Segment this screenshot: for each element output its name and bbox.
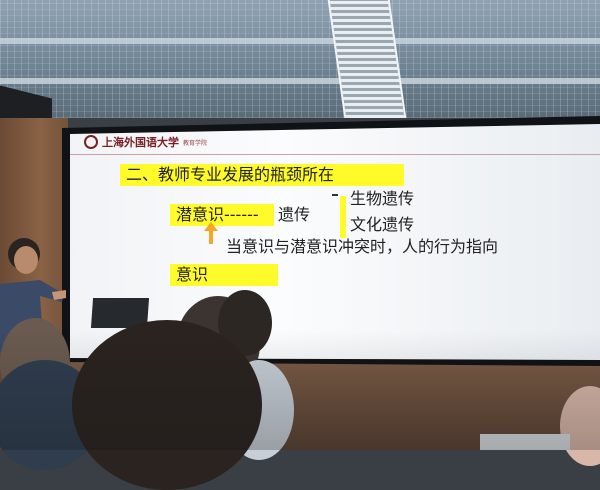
slide-heading: 二、教师专业发展的瓶颈所在 — [120, 164, 404, 186]
ceiling-beam — [0, 78, 600, 84]
shade — [0, 330, 600, 450]
conflict-note: 当意识与潜意识冲突时，人的行为指向 — [226, 237, 499, 256]
inheritance-label: 遗传 — [278, 205, 311, 224]
up-arrow-icon — [204, 222, 218, 244]
seal-icon — [84, 135, 98, 149]
subconscious-label: 潜意识------ — [170, 204, 274, 226]
logo-subtext: 教育学院 — [183, 139, 208, 147]
header-divider — [70, 154, 600, 155]
bracket-bar — [340, 196, 346, 238]
logo-text: 上海外国语大学 — [102, 136, 179, 149]
ceiling-beam — [0, 38, 600, 44]
branch-item-biological: 生物遗传 — [350, 189, 415, 208]
ceiling — [0, 0, 600, 118]
university-logo: 上海外国语大学 教育学院 — [84, 132, 207, 152]
ceiling-grid — [0, 0, 600, 118]
bracket-top — [332, 194, 338, 196]
branch-item-cultural: 文化遗传 — [350, 215, 415, 234]
conscious-label: 意识 — [170, 264, 278, 286]
